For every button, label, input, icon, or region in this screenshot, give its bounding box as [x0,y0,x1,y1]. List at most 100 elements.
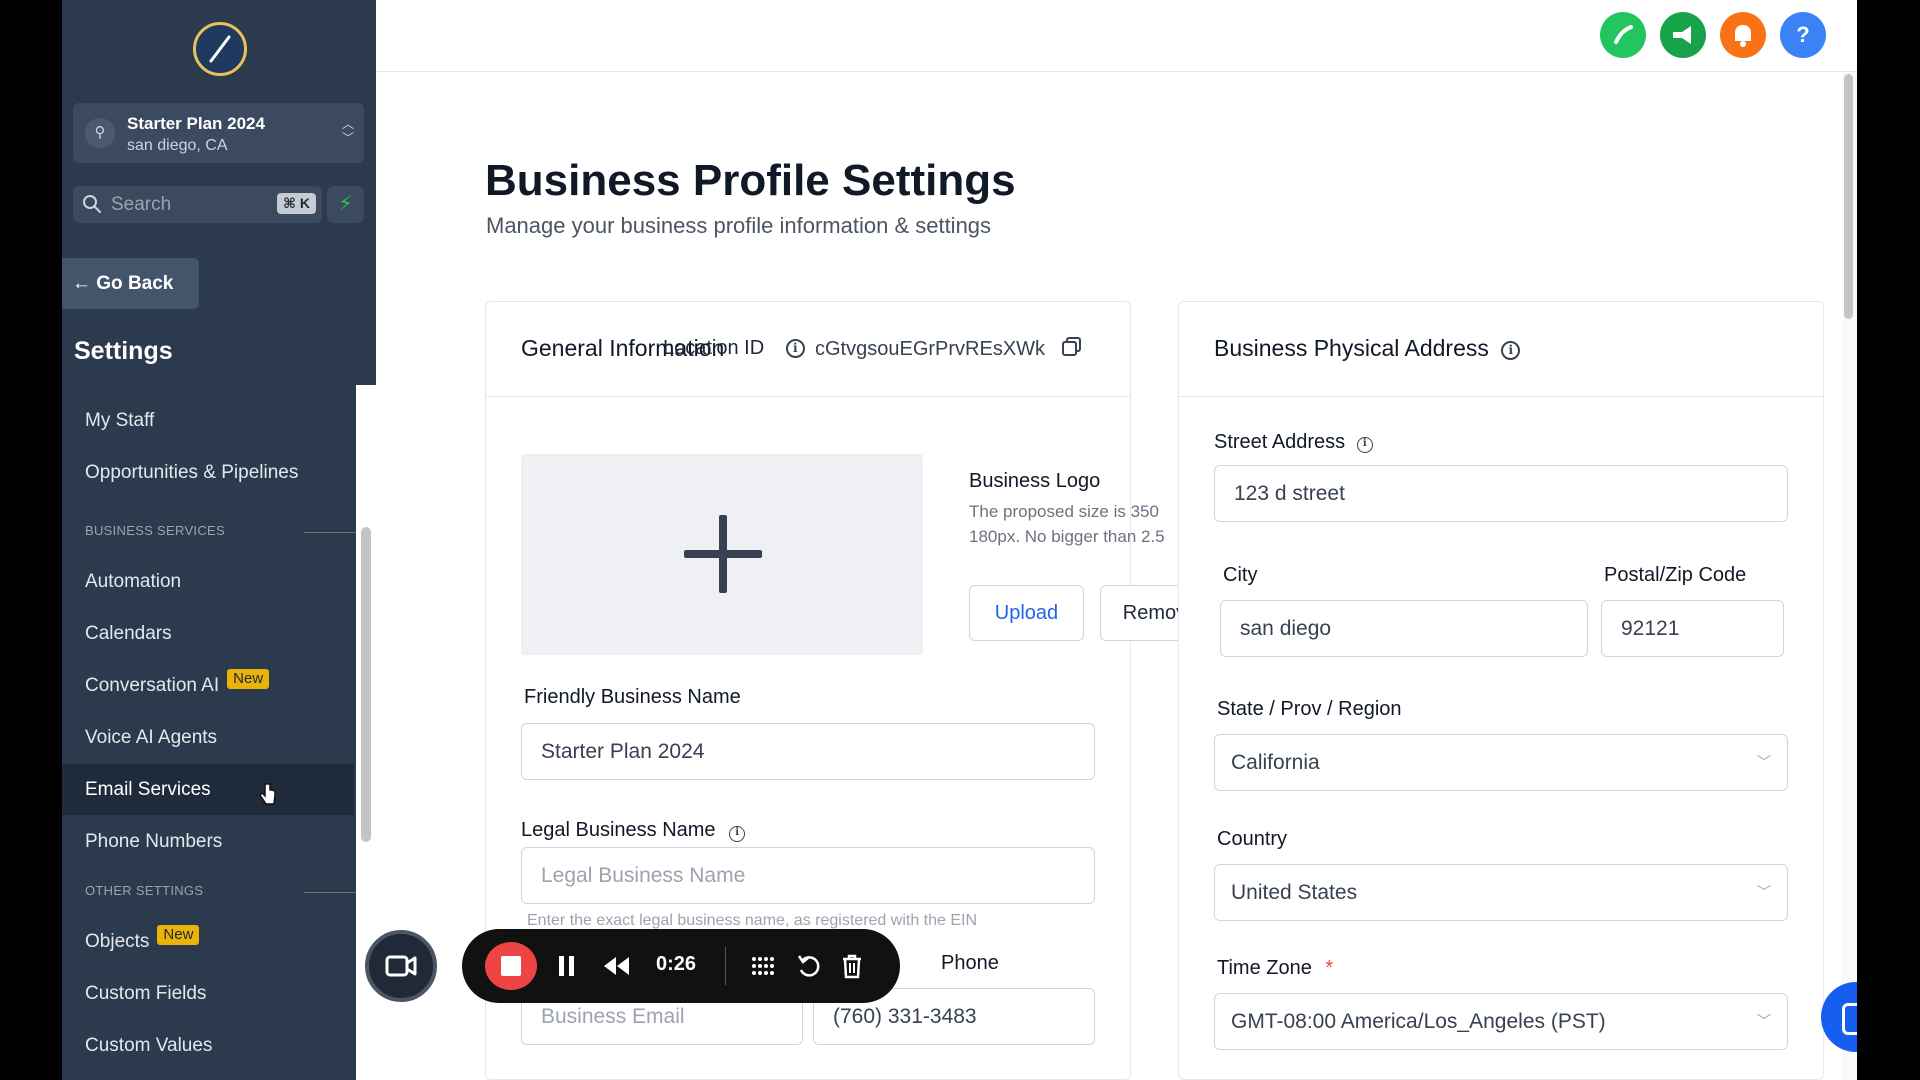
chevron-down-icon: ﹀ [1757,754,1771,770]
main-scrollbar-thumb[interactable] [1844,74,1853,319]
top-bar: ? [376,0,1857,72]
zip-label: Postal/Zip Code [1604,564,1747,586]
delete-recording-button[interactable] [840,951,864,989]
street-address-input[interactable]: 123 d street [1214,465,1788,522]
friendly-name-input[interactable]: Starter Plan 2024 [521,723,1095,780]
timezone-select[interactable]: GMT-08:00 America/Los_Angeles (PST) ﹀ [1214,993,1788,1050]
chevron-down-icon: ﹀ [1757,884,1771,900]
info-icon[interactable]: i [1356,437,1373,453]
legal-name-input[interactable]: Legal Business Name [521,847,1095,904]
state-label: State / Prov / Region [1217,698,1402,720]
compass-icon [209,35,231,63]
location-id-label: Location ID i [663,337,805,360]
sidebar-item-phone-numbers[interactable]: Phone Numbers [62,816,354,867]
bolt-icon: ⚡ [338,193,353,215]
sidebar-item-objects[interactable]: Objects New [62,916,354,967]
info-icon[interactable]: i [785,339,805,359]
account-switcher[interactable]: ⚲ Starter Plan 2024 san diego, CA ︿ ﹀ [73,103,364,163]
legal-name-help: Enter the exact legal business name, as … [527,912,978,929]
search-box[interactable]: Search ⌘ K [73,186,322,223]
pause-button[interactable] [557,951,577,989]
page-title: Business Profile Settings [485,156,1016,205]
sidebar-item-calendars[interactable]: Calendars [62,608,354,659]
business-address-card: Business Physical Address i Street Addre… [1178,301,1824,1080]
quick-actions-button[interactable]: ⚡ [327,186,364,223]
restart-button[interactable] [796,951,822,989]
city-label: City [1223,564,1258,586]
settings-heading: Settings [74,337,173,365]
sidebar-item-conversation-ai[interactable]: Conversation AI New [62,660,354,711]
legal-name-label: Legal Business Name i [521,819,746,842]
new-badge: New [157,925,200,945]
go-back-button[interactable]: ← Go Back [62,258,199,309]
sidebar-item-opportunities[interactable]: Opportunities & Pipelines [62,447,354,498]
chevron-down-icon: ﹀ [1757,1013,1771,1029]
sidebar-item-email-services[interactable]: Email Services [62,764,354,815]
upload-button[interactable]: Upload [969,585,1084,641]
announcements-button[interactable] [1660,12,1706,58]
info-icon[interactable]: i [729,826,746,842]
restart-icon [797,955,820,977]
copy-icon[interactable] [1061,336,1083,358]
sidebar: ⚲ Starter Plan 2024 san diego, CA ︿ ﹀ Sea… [62,0,394,1080]
camera-toggle-button[interactable] [365,930,437,1002]
sidebar-item-custom-fields[interactable]: Custom Fields [62,968,354,1019]
toolbar-divider [725,947,726,985]
logo-dropzone[interactable] [521,454,923,655]
sidebar-item-custom-values[interactable]: Custom Values [62,1020,354,1071]
app-logo[interactable] [193,22,247,76]
pause-icon [559,956,574,976]
notifications-button[interactable] [1720,12,1766,58]
state-select[interactable]: California ﹀ [1214,734,1788,791]
plus-icon [719,515,727,593]
chat-widget-button[interactable] [1821,982,1857,1052]
card-header: General Information Location ID i cGtvgs… [486,302,1130,397]
rewind-button[interactable] [602,951,630,989]
section-business-services: BUSINESS SERVICES [85,523,225,538]
street-address-label: Street Address i [1214,431,1373,454]
card-title: Business Physical Address i [1214,335,1521,362]
phone-button[interactable] [1600,12,1646,58]
city-input[interactable]: san diego [1220,600,1588,657]
info-icon[interactable]: i [1501,341,1521,360]
arrow-left-icon: ← [72,273,91,294]
sidebar-item-my-staff[interactable]: My Staff [62,395,354,446]
screen-recorder-toolbar: 0:26 [462,929,900,1003]
sidebar-item-voice-ai-agents[interactable]: Voice AI Agents [62,712,354,763]
sidebar-item-automation[interactable]: Automation [62,556,354,607]
card-header: Business Physical Address i [1179,302,1823,397]
search-icon [83,195,101,213]
page-subtitle: Manage your business profile information… [486,213,992,238]
country-select[interactable]: United States ﹀ [1214,864,1788,921]
section-other-settings: OTHER SETTINGS [85,883,204,898]
search-shortcut: ⌘ K [277,193,316,214]
location-pin-icon: ⚲ [85,118,115,148]
business-logo-description: The proposed size is 350 180px. No bigge… [969,502,1165,546]
video-camera-icon [385,955,417,977]
go-back-label: Go Back [96,273,174,294]
phone-label: Phone [941,952,999,974]
bell-icon [1735,25,1751,47]
main-content: ? Business Profile Settings Manage your … [376,0,1857,1080]
grid-button[interactable] [750,951,776,989]
timezone-label: Time Zone * [1217,957,1334,979]
required-marker: * [1325,957,1334,979]
chevron-updown-icon: ︿ ﹀ [341,117,354,145]
sidebar-scrollbar-thumb[interactable] [361,527,371,842]
business-logo-title: Business Logo [969,470,1101,492]
phone-icon [1614,25,1633,44]
help-icon: ? [1796,22,1810,47]
stop-recording-button[interactable] [485,942,537,990]
trash-icon [843,954,861,979]
account-location: san diego, CA [127,137,228,154]
zip-input[interactable]: 92121 [1601,600,1784,657]
rewind-icon [604,957,629,975]
help-button[interactable]: ? [1780,12,1826,58]
app-frame: ⚲ Starter Plan 2024 san diego, CA ︿ ﹀ Sea… [62,0,1857,1080]
account-name: Starter Plan 2024 [127,114,265,133]
hand-cursor-icon [259,783,276,805]
megaphone-icon [1673,26,1691,44]
location-id-value: cGtvgsouEGrPrvREsXWk [815,336,1083,361]
search-input[interactable]: Search [111,194,171,216]
settings-nav: My Staff Opportunities & Pipelines BUSIN… [62,385,394,1080]
